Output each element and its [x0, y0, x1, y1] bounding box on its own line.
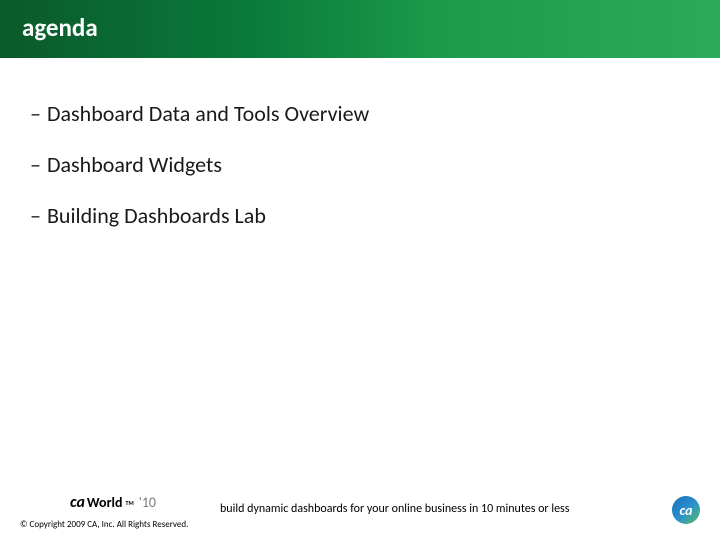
tagline-text: build dynamic dashboards for your online… — [220, 502, 569, 516]
ca-logo-icon: ca — [672, 496, 700, 524]
bullet-dash-icon: – — [30, 100, 41, 127]
list-item-text: Dashboard Data and Tools Overview — [47, 100, 369, 127]
footer: caWorldTM'10 © Copyright 2009 CA, Inc. A… — [0, 486, 720, 540]
ca-logo-text: ca — [679, 502, 692, 519]
ca-world-logo-world: World — [87, 494, 123, 511]
agenda-list: –Dashboard Data and Tools Overview –Dash… — [30, 100, 680, 253]
list-item: –Dashboard Data and Tools Overview — [30, 100, 680, 127]
ca-world-logo-ca: ca — [70, 493, 85, 512]
ca-world-logo-year: '10 — [139, 494, 156, 511]
list-item-text: Building Dashboards Lab — [47, 202, 266, 229]
ca-world-logo: caWorldTM '10 — [70, 493, 156, 512]
slide: agenda –Dashboard Data and Tools Overvie… — [0, 0, 720, 540]
page-title: agenda — [22, 12, 98, 43]
bullet-dash-icon: – — [30, 202, 41, 229]
list-item-text: Dashboard Widgets — [47, 151, 222, 178]
header-bar: agenda — [0, 0, 720, 58]
ca-world-logo-tm: TM — [126, 499, 134, 507]
list-item: –Building Dashboards Lab — [30, 202, 680, 229]
copyright-text: © Copyright 2009 CA, Inc. All Rights Res… — [20, 519, 188, 530]
list-item: –Dashboard Widgets — [30, 151, 680, 178]
bullet-dash-icon: – — [30, 151, 41, 178]
